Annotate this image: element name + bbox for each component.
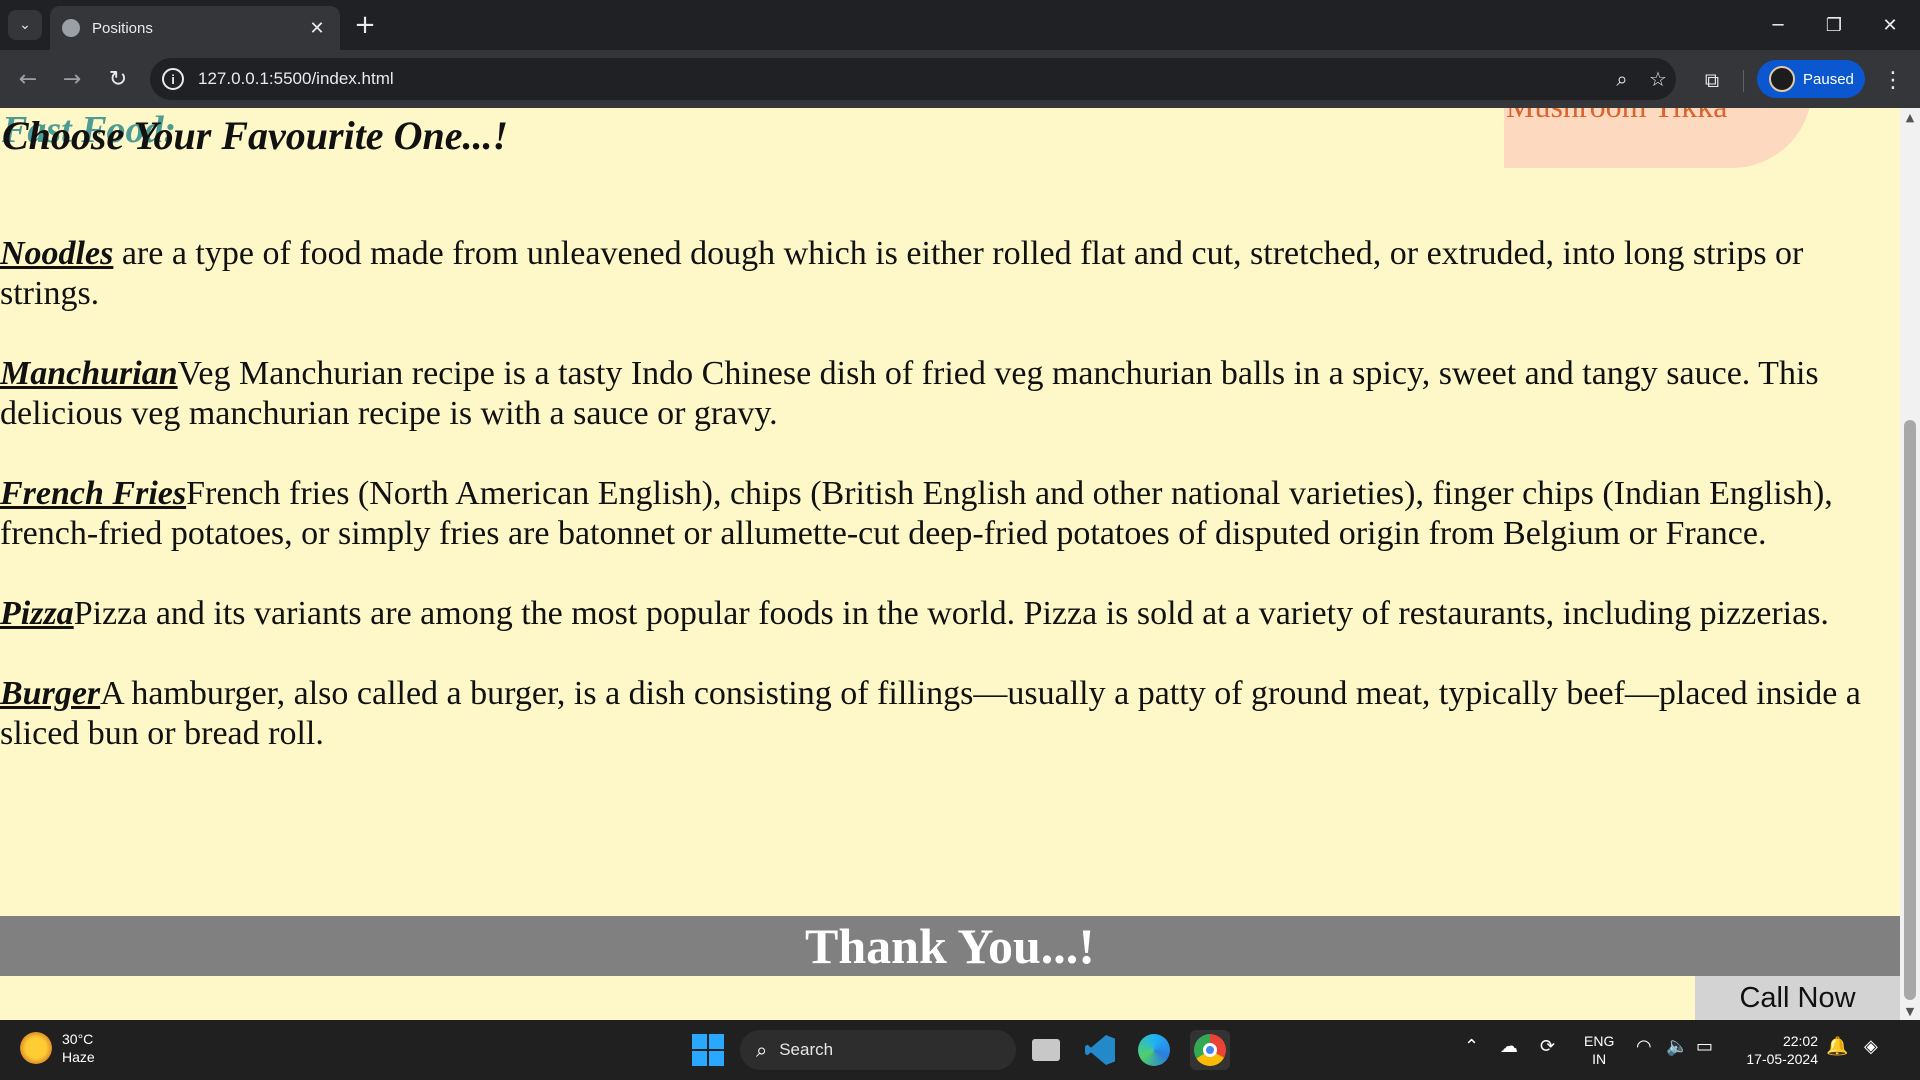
search-icon: ⌕ [756,1038,768,1062]
weather-widget[interactable]: 30°C Haze [20,1030,95,1066]
scroll-thumb[interactable] [1904,420,1916,1000]
term-link[interactable]: Manchurian [0,355,178,392]
zoom-icon[interactable]: ⌕ [1604,67,1640,91]
paragraph-pizza: PizzaPizza and its variants are among th… [0,594,1890,634]
call-now-label: Call Now [1739,981,1856,1014]
paragraph-text: are a type of food made from unleavened … [0,235,1804,312]
volume-icon[interactable]: 🔈 [1666,1036,1688,1057]
scroll-up-icon[interactable]: ▲ [1900,108,1920,126]
avatar [1769,66,1795,92]
tab-search-button[interactable]: ⌄ [8,10,42,40]
tab-title: Positions [92,19,153,37]
paragraph-text: French fries (North American English), c… [0,475,1833,552]
window-close-button[interactable]: ✕ [1862,0,1918,50]
taskbar-search[interactable]: ⌕ Search [740,1030,1016,1070]
vertical-scrollbar[interactable]: ▲ ▼ [1900,108,1920,1020]
wifi-icon[interactable]: ◠ [1636,1036,1652,1057]
term-link[interactable]: Noodles [0,235,113,272]
page-viewport: Mushroom Tikka Fast Food: Choose Your Fa… [0,108,1900,1020]
new-tab-button[interactable]: + [350,10,380,40]
task-view-icon[interactable] [1026,1030,1066,1070]
restore-button[interactable]: ❐ [1806,0,1862,50]
tab-strip: ⌄ Positions ✕ + ─ ❐ ✕ [0,0,1920,50]
extensions-icon[interactable]: ⧉ [1694,65,1730,95]
chrome-icon[interactable] [1190,1030,1230,1070]
vscode-icon[interactable] [1080,1030,1120,1070]
term-link[interactable]: Pizza [0,595,74,632]
bookmark-star-icon[interactable]: ☆ [1640,67,1676,91]
sync-icon[interactable]: ⟳ [1540,1036,1555,1057]
language-indicator[interactable]: ENG IN [1584,1032,1614,1068]
minimize-button[interactable]: ─ [1750,0,1806,50]
footer-banner: Thank You...! [0,916,1900,976]
windows-taskbar: 30°C Haze ⌕ Search ⌃ ☁ ⟳ ENG IN ◠ 🔈 ▭ 22… [0,1020,1920,1080]
mushroom-tikka-box: Mushroom Tikka [1504,108,1812,168]
weather-temp: 30°C [62,1031,94,1047]
weather-text: 30°C Haze [62,1030,95,1066]
paragraph-text: A hamburger, also called a burger, is a … [0,675,1861,752]
battery-icon[interactable]: ▭ [1696,1036,1713,1057]
footer-text: Thank You...! [805,918,1095,974]
chevron-up-icon[interactable]: ⌃ [1464,1036,1479,1057]
weather-desc: Haze [62,1049,95,1065]
globe-icon [62,19,80,37]
paragraph-noodles: Noodles are a type of food made from unl… [0,234,1890,314]
address-bar[interactable]: i 127.0.0.1:5500/index.html ⌕ ☆ [150,58,1676,100]
chevron-down-icon: ⌄ [19,17,31,33]
taskbar-search-label: Search [779,1040,834,1059]
call-now-button[interactable]: Call Now [1695,976,1900,1020]
clock[interactable]: 22:02 17-05-2024 [1734,1032,1818,1068]
scroll-down-icon[interactable]: ▼ [1900,1002,1920,1020]
menu-kebab-icon[interactable]: ⋮ [1878,62,1908,98]
lang-bottom: IN [1592,1051,1607,1067]
close-icon[interactable]: ✕ [306,18,328,39]
clock-date: 17-05-2024 [1746,1051,1818,1067]
mushroom-tikka-label: Mushroom Tikka [1506,108,1727,125]
term-link[interactable]: Burger [0,675,100,712]
clock-time: 22:02 [1782,1033,1818,1049]
paragraph-french-fries: French FriesFrench fries (North American… [0,474,1890,554]
notification-bell-icon[interactable]: 🔔 [1826,1036,1848,1057]
toolbar-divider [1743,70,1744,92]
paragraph-text: Pizza and its variants are among the mos… [73,595,1829,632]
weather-sun-icon [20,1032,52,1064]
profile-button[interactable]: Paused [1757,60,1865,98]
lang-top: ENG [1584,1033,1615,1049]
page-title: Choose Your Favourite One...! [2,113,509,158]
term-link[interactable]: French Fries [0,475,186,512]
edge-icon[interactable] [1134,1030,1174,1070]
onedrive-cloud-icon[interactable]: ☁ [1500,1036,1518,1057]
copilot-icon[interactable]: ◈ [1864,1036,1878,1057]
paragraph-manchurian: ManchurianVeg Manchurian recipe is a tas… [0,354,1890,434]
site-info-icon[interactable]: i [162,68,184,90]
url-text[interactable]: 127.0.0.1:5500/index.html [198,69,1604,89]
tab-positions[interactable]: Positions ✕ [50,6,340,50]
windows-start-icon[interactable] [692,1034,724,1066]
back-arrow-icon[interactable]: ← [10,61,46,97]
paragraph-text: Veg Manchurian recipe is a tasty Indo Ch… [0,355,1819,432]
reload-icon[interactable]: ↻ [100,61,136,97]
browser-toolbar: ← → ↻ i 127.0.0.1:5500/index.html ⌕ ☆ ⧉ … [0,50,1920,108]
forward-arrow-icon[interactable]: → [54,61,90,97]
paragraph-burger: BurgerA hamburger, also called a burger,… [0,674,1890,754]
profile-status: Paused [1803,70,1854,88]
